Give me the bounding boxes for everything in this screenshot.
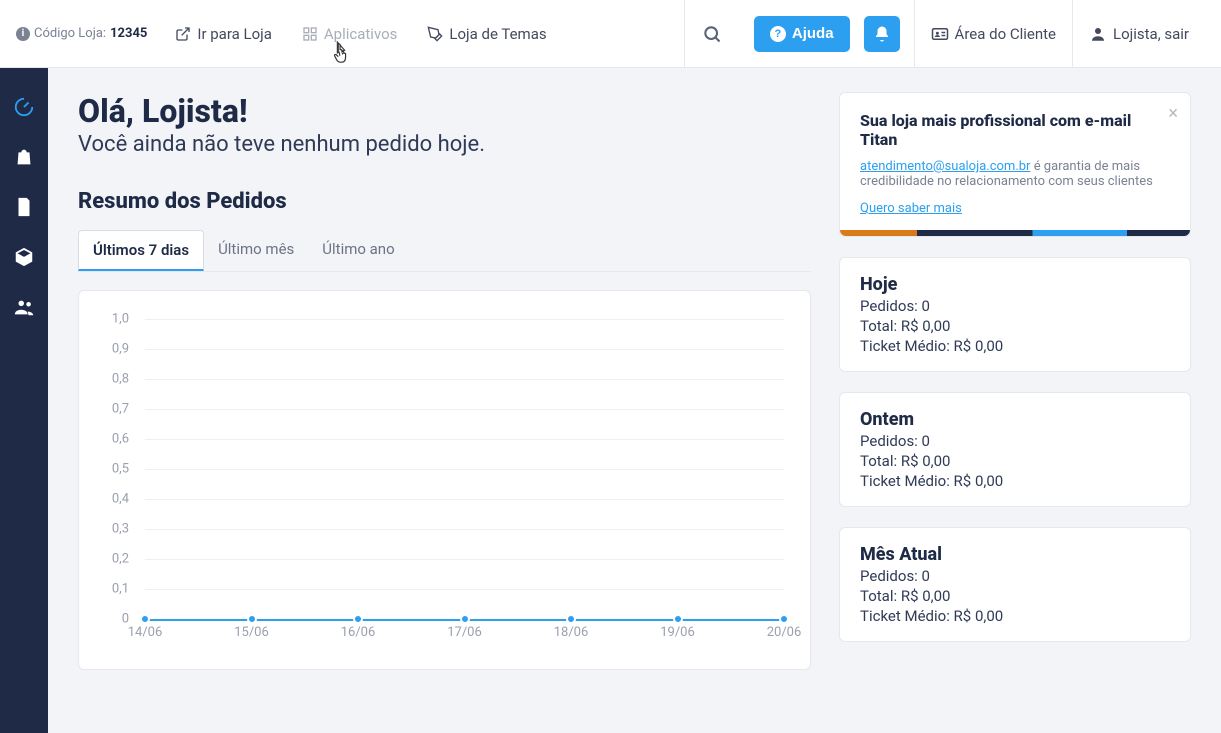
file-icon: [13, 196, 35, 218]
page-title: Olá, Lojista!: [78, 92, 811, 130]
sidebar-item-store[interactable]: [13, 146, 35, 168]
logout-link[interactable]: Lojista, sair: [1072, 0, 1205, 68]
client-area-link[interactable]: Área do Cliente: [914, 0, 1072, 68]
users-icon: [13, 296, 35, 318]
sidebar-item-docs[interactable]: [13, 196, 35, 218]
chart-y-tick: 1,0: [112, 312, 129, 327]
chart-point: [247, 614, 257, 624]
user-icon: [1089, 25, 1107, 43]
orders-tabs: Últimos 7 dias Último mês Último ano: [78, 230, 811, 272]
id-card-icon: [931, 25, 949, 43]
chart-x-tick: 16/06: [341, 625, 376, 640]
brush-icon: [427, 26, 443, 42]
top-nav: Ir para Loja Aplicativos Loja de Temas: [175, 25, 546, 43]
search-icon: [702, 24, 722, 44]
promo-card: × Sua loja mais profissional com e-mail …: [839, 92, 1191, 237]
sidebar-item-dashboard[interactable]: [13, 96, 35, 118]
chart-y-tick: 0,1: [112, 582, 129, 597]
nav-go-to-store-label: Ir para Loja: [197, 25, 272, 43]
promo-title: Sua loja mais profissional com e-mail Ti…: [860, 111, 1170, 149]
stat-orders: Pedidos: 0: [860, 432, 1170, 450]
help-label: Ajuda: [792, 25, 834, 42]
sidebar: [0, 68, 48, 733]
nav-apps-label: Aplicativos: [324, 25, 398, 43]
bell-icon: [873, 25, 891, 43]
stat-title: Hoje: [860, 274, 1170, 295]
stat-orders: Pedidos: 0: [860, 297, 1170, 315]
orders-summary-title: Resumo dos Pedidos: [78, 189, 811, 214]
promo-cta-link[interactable]: Quero saber mais: [860, 201, 962, 216]
chart-y-tick: 0,4: [112, 492, 129, 507]
tab-last-month[interactable]: Último mês: [204, 230, 308, 271]
logout-label: Lojista, sair: [1113, 25, 1189, 43]
chart-point: [140, 614, 150, 624]
box-icon: [13, 246, 35, 268]
chart-y-tick: 0,7: [112, 402, 129, 417]
topbar-right: ? Ajuda Área do Cliente Lojista, sair: [684, 0, 1205, 68]
chart-point: [779, 614, 789, 624]
chart-y-tick: 0,2: [112, 552, 129, 567]
stat-ticket: Ticket Médio: R$ 0,00: [860, 337, 1170, 355]
gauge-icon: [13, 96, 35, 118]
sidebar-item-customers[interactable]: [13, 296, 35, 318]
stat-title: Mês Atual: [860, 544, 1170, 565]
nav-go-to-store[interactable]: Ir para Loja: [175, 25, 272, 43]
chart-y-tick: 0,9: [112, 342, 129, 357]
chart-y-tick: 0,5: [112, 462, 129, 477]
close-icon[interactable]: ×: [1168, 103, 1178, 124]
stat-ticket: Ticket Médio: R$ 0,00: [860, 472, 1170, 490]
chart-x-tick: 18/06: [554, 625, 589, 640]
grid-icon: [302, 26, 318, 42]
tab-last-year[interactable]: Último ano: [308, 230, 408, 271]
sidebar-item-products[interactable]: [13, 246, 35, 268]
stat-total: Total: R$ 0,00: [860, 587, 1170, 605]
store-code: i Código Loja: 12345: [16, 26, 147, 41]
question-icon: ?: [770, 26, 786, 42]
stat-total: Total: R$ 0,00: [860, 452, 1170, 470]
notifications-button[interactable]: [864, 16, 900, 52]
chart-x-tick: 15/06: [234, 625, 269, 640]
search-button[interactable]: [684, 0, 740, 68]
stat-card: Ontem Pedidos: 0 Total: R$ 0,00 Ticket M…: [839, 392, 1191, 507]
chart-x-tick: 17/06: [447, 625, 482, 640]
promo-stripe: [840, 230, 1190, 236]
topbar: i Código Loja: 12345 Ir para Loja Aplica…: [0, 0, 1221, 68]
page-subtitle: Você ainda não teve nenhum pedido hoje.: [78, 132, 811, 157]
info-icon: i: [16, 27, 30, 41]
chart-x-tick: 19/06: [660, 625, 695, 640]
orders-chart: 00,10,20,30,40,50,60,70,80,91,014/0615/0…: [78, 290, 811, 670]
chart-y-tick: 0,8: [112, 372, 129, 387]
store-code-value: 12345: [110, 26, 147, 41]
chart-x-tick: 14/06: [128, 625, 163, 640]
chart-point: [566, 614, 576, 624]
stat-title: Ontem: [860, 409, 1170, 430]
external-link-icon: [175, 26, 191, 42]
chart-point: [673, 614, 683, 624]
nav-apps[interactable]: Aplicativos: [302, 25, 398, 43]
stat-total: Total: R$ 0,00: [860, 317, 1170, 335]
help-button[interactable]: ? Ajuda: [754, 16, 850, 52]
stat-card: Hoje Pedidos: 0 Total: R$ 0,00 Ticket Mé…: [839, 257, 1191, 372]
promo-body: atendimento@sualoja.com.br é garantia de…: [860, 159, 1170, 189]
chart-point: [460, 614, 470, 624]
chart-y-tick: 0,6: [112, 432, 129, 447]
stat-ticket: Ticket Médio: R$ 0,00: [860, 607, 1170, 625]
stat-card: Mês Atual Pedidos: 0 Total: R$ 0,00 Tick…: [839, 527, 1191, 642]
bag-icon: [13, 146, 35, 168]
chart-y-tick: 0,3: [112, 522, 129, 537]
promo-email-link[interactable]: atendimento@sualoja.com.br: [860, 159, 1030, 174]
nav-theme-store-label: Loja de Temas: [449, 25, 546, 43]
chart-x-tick: 20/06: [767, 625, 802, 640]
client-area-label: Área do Cliente: [955, 25, 1056, 43]
tab-last-7-days[interactable]: Últimos 7 dias: [78, 230, 204, 271]
stat-orders: Pedidos: 0: [860, 567, 1170, 585]
store-code-label: Código Loja:: [34, 26, 106, 41]
chart-point: [353, 614, 363, 624]
nav-theme-store[interactable]: Loja de Temas: [427, 25, 546, 43]
